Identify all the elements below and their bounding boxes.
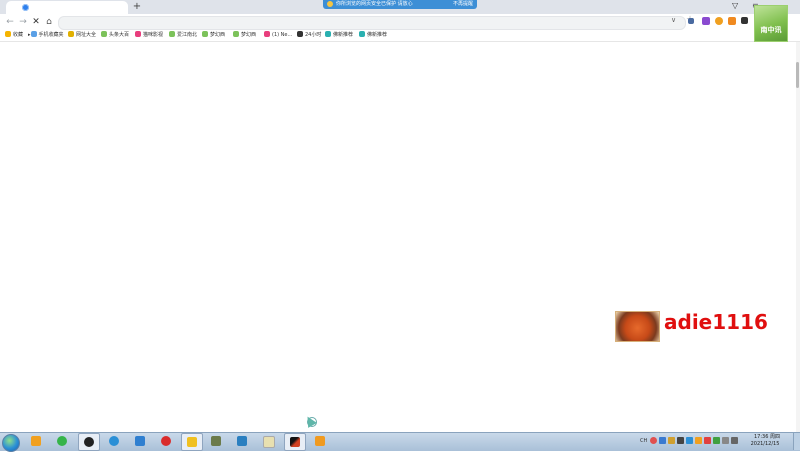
site-icon — [297, 31, 303, 37]
clock-time[interactable]: 17:36 周四 — [752, 434, 782, 440]
bookmark-item[interactable]: (1) Ne... — [264, 31, 292, 40]
tray-app-icon[interactable] — [650, 437, 657, 444]
site-icon — [233, 31, 239, 37]
bookmark-item[interactable]: 梦幻西 — [233, 31, 256, 40]
extension-icon[interactable] — [702, 17, 710, 25]
tray-app-icon[interactable] — [686, 437, 693, 444]
music-icon — [161, 436, 171, 446]
avatar: 南中讯 — [754, 5, 788, 42]
notification-dismiss-button[interactable]: 不再提醒 — [453, 0, 473, 9]
cloud-icon — [109, 436, 119, 446]
taskbar-app-notes[interactable] — [258, 433, 278, 449]
tray-app-icon[interactable] — [668, 437, 675, 444]
taskbar-app-bird[interactable] — [130, 433, 150, 449]
network-icon — [237, 436, 247, 446]
vertical-scrollbar[interactable] — [796, 42, 800, 432]
taskbar-app-obs[interactable] — [78, 433, 100, 451]
taskbar-app-folder[interactable] — [26, 433, 46, 449]
tab-strip: + 你所浏览的网页安全已保护 请放心 不再提醒 ▽ ≡ — [0, 0, 800, 14]
bookmark-item[interactable]: 网址大全 — [68, 31, 96, 40]
bookmarks-bar: 收藏 ▸ 手机收藏夹 网址大全 头条大百 猫咪影视 爱江南北 梦幻西 梦幻西 (1… — [0, 30, 800, 42]
bookmark-item[interactable]: 猫咪影视 — [135, 31, 163, 40]
site-icon — [101, 31, 107, 37]
notification-message: 你所浏览的网页安全已保护 请放心 — [336, 1, 413, 7]
tray-app-icon[interactable] — [695, 437, 702, 444]
site-icon — [169, 31, 175, 37]
star-icon — [5, 31, 11, 37]
taskbar-app-game[interactable] — [206, 433, 226, 449]
app-icon — [57, 436, 67, 446]
stop-icon[interactable]: ✕ — [30, 16, 42, 28]
bookmark-item[interactable]: 收藏 — [5, 31, 23, 40]
taskbar-app-green[interactable] — [52, 433, 72, 449]
watermark-text: adie1116 — [664, 310, 768, 334]
volume-icon[interactable] — [731, 437, 738, 444]
cut-icon[interactable] — [688, 18, 694, 24]
game-icon[interactable] — [728, 17, 736, 25]
taskbar-app-network[interactable] — [232, 433, 252, 449]
globe-icon — [68, 31, 74, 37]
bookmark-item[interactable]: 佛新推荐 — [325, 31, 353, 40]
taskbar-app-netease[interactable] — [156, 433, 176, 449]
show-desktop-button[interactable] — [793, 433, 800, 450]
bird-icon — [135, 436, 145, 446]
game-icon — [211, 436, 221, 446]
tray-app-icon[interactable] — [677, 437, 684, 444]
bookmark-item[interactable]: 24小时 — [297, 31, 321, 40]
bookmark-item[interactable]: 爱江南北 — [169, 31, 197, 40]
site-icon — [135, 31, 141, 37]
site-icon — [359, 31, 365, 37]
network-icon[interactable] — [722, 437, 729, 444]
obs-icon — [84, 437, 94, 447]
taskbar-app-help[interactable] — [310, 433, 330, 449]
browser-tab[interactable] — [6, 1, 128, 14]
navigation-bar: ← → ✕ ⌂ — [0, 14, 800, 37]
security-notification: 你所浏览的网页安全已保护 请放心 不再提醒 — [323, 0, 477, 9]
forward-icon[interactable]: → — [17, 16, 29, 28]
input-language-indicator[interactable]: CH — [640, 438, 647, 444]
scrollbar-thumb[interactable] — [796, 62, 799, 88]
taskbar-app-face[interactable] — [181, 433, 203, 451]
site-icon — [264, 31, 270, 37]
back-icon[interactable]: ← — [4, 16, 16, 28]
tray-app-icon[interactable] — [659, 437, 666, 444]
folder-icon — [31, 436, 41, 446]
page-content — [0, 42, 796, 432]
start-button[interactable] — [2, 434, 20, 452]
tray-app-icon[interactable] — [713, 437, 720, 444]
home-icon[interactable]: ⌂ — [43, 16, 55, 28]
taskbar-app-video[interactable] — [284, 433, 306, 451]
site-icon — [202, 31, 208, 37]
tray-app-icon[interactable] — [704, 437, 711, 444]
address-bar[interactable] — [58, 16, 686, 37]
apps-grid-icon[interactable] — [741, 17, 748, 24]
bookmark-item[interactable]: ▸ 手机收藏夹 — [28, 31, 64, 40]
crab-logo-image — [615, 311, 660, 342]
bookmark-item[interactable]: 梦幻西 — [202, 31, 225, 40]
shield-icon[interactable]: ▽ — [732, 1, 738, 11]
notification-icon — [327, 1, 333, 7]
new-tab-button[interactable]: + — [131, 0, 143, 14]
chevron-down-icon[interactable]: ∨ — [671, 16, 676, 24]
taskbar-app-cloud[interactable] — [104, 433, 124, 449]
clock-date[interactable]: 2021/12/15 — [748, 441, 782, 447]
help-icon — [315, 436, 325, 446]
bookmark-item[interactable]: 佛新推荐 — [359, 31, 387, 40]
site-icon — [325, 31, 331, 37]
face-icon — [187, 437, 197, 447]
notes-icon — [263, 436, 275, 448]
video-icon — [290, 437, 300, 447]
phone-icon — [30, 31, 37, 37]
loading-icon — [22, 4, 29, 11]
extension-icon[interactable] — [715, 17, 723, 25]
bookmark-item[interactable]: 头条大百 — [101, 31, 129, 40]
